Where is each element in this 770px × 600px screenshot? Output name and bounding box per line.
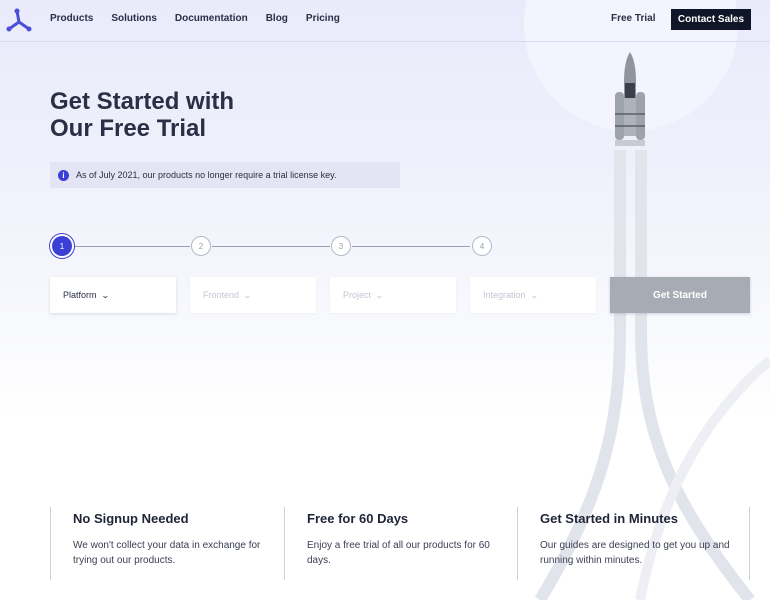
step-4[interactable]: 4 [472,236,492,256]
step-1[interactable]: 1 [52,236,72,256]
feature-no-signup: No Signup Needed We won't collect your d… [50,507,283,580]
rocket-illustration [615,52,645,146]
page-title: Get Started with Our Free Trial [50,88,234,142]
project-select-label: Project [343,290,372,300]
chevron-down-icon: ⌄ [243,290,252,300]
chevron-down-icon: ⌄ [529,290,539,300]
contact-sales-button[interactable]: Contact Sales [671,9,751,30]
chevron-down-icon: ⌄ [375,290,384,300]
platform-select[interactable]: Platform ⌄ [50,277,176,313]
feature-title: Free for 60 Days [307,511,409,526]
info-icon: i [58,169,69,181]
free-trial-link[interactable]: Free Trial [611,13,655,24]
feature-title: No Signup Needed [73,511,189,526]
license-notice: i As of July 2021, our products no longe… [50,162,400,188]
frontend-select-label: Frontend [203,290,240,300]
feature-text: Enjoy a free trial of all our products f… [307,540,490,566]
feature-get-started-minutes: Get Started in Minutes Our guides are de… [517,507,750,580]
page-title-line-2: Our Free Trial [50,115,207,142]
main-nav: Products Solutions Documentation Blog Pr… [50,13,358,24]
nav-pricing[interactable]: Pricing [306,13,340,24]
step-3[interactable]: 3 [331,236,351,256]
notice-text: As of July 2021, our products no longer … [76,170,337,180]
nav-products[interactable]: Products [50,13,93,24]
step-connector [212,246,330,247]
feature-title: Get Started in Minutes [540,511,678,526]
get-started-button[interactable]: Get Started [610,277,750,313]
step-connector [352,246,470,247]
nav-documentation[interactable]: Documentation [175,13,248,24]
feature-text: We won't collect your data in exchange f… [73,540,261,566]
tri-node-logo-icon[interactable] [6,8,32,34]
page-title-line-1: Get Started with [50,88,235,115]
platform-select-label: Platform [63,290,97,300]
nav-solutions[interactable]: Solutions [111,13,157,24]
integration-select-label: Integration [483,290,526,300]
feature-free-60-days: Free for 60 Days Enjoy a free trial of a… [284,507,517,580]
frontend-select[interactable]: Frontend ⌄ [190,277,316,313]
chevron-down-icon: ⌄ [100,290,110,300]
top-navbar: Products Solutions Documentation Blog Pr… [0,0,770,42]
step-connector [72,246,190,247]
integration-select[interactable]: Integration ⌄ [470,277,596,313]
nav-blog[interactable]: Blog [266,13,288,24]
project-select[interactable]: Project ⌄ [330,277,456,313]
feature-text: Our guides are designed to get you up an… [540,540,730,566]
step-2[interactable]: 2 [191,236,211,256]
